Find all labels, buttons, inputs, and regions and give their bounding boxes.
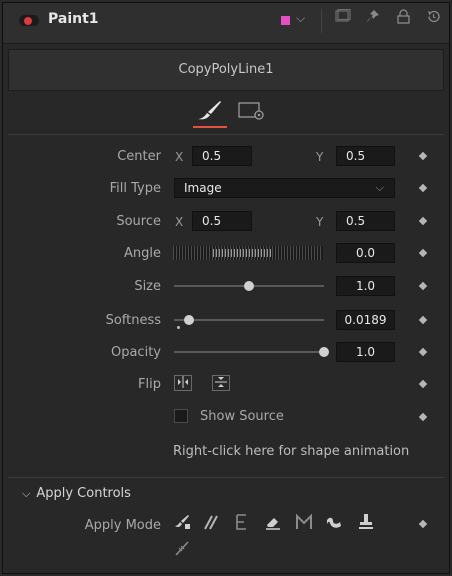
color-mode-icon[interactable] [172, 512, 192, 532]
opacity-slider-handle[interactable] [319, 347, 329, 357]
tab-paint[interactable] [196, 98, 226, 124]
softness-slider-handle[interactable] [184, 315, 194, 325]
source-y-axis-label: Y [316, 215, 324, 229]
emboss-mode-icon[interactable] [232, 512, 252, 532]
opacity-field[interactable]: 1.0 [336, 342, 395, 362]
stamp-mode-icon[interactable] [356, 512, 376, 532]
size-slider-handle[interactable] [244, 281, 254, 291]
settings-panel-icon [238, 102, 264, 120]
flip-label: Flip [138, 377, 161, 392]
chevron-down-icon[interactable]: ⌵ [296, 11, 305, 26]
lock-icon[interactable] [397, 9, 410, 28]
fill-type-label: Fill Type [109, 181, 161, 196]
size-field[interactable]: 1.0 [336, 276, 395, 296]
center-x-field[interactable]: 0.5 [192, 146, 252, 166]
paint-brush-icon [198, 101, 221, 120]
center-y-field[interactable]: 0.5 [336, 146, 395, 166]
chevron-down-icon: ⌵ [22, 487, 31, 500]
view-icon[interactable] [335, 8, 351, 27]
show-source-label: Show Source [200, 409, 284, 424]
center-x-axis-label: X [175, 150, 184, 164]
fill-type-value: Image [184, 181, 222, 195]
shape-animation-hint[interactable]: Right-click here for shape animation [173, 444, 409, 459]
show-source-checkbox[interactable] [174, 409, 188, 423]
source-y-field[interactable]: 0.5 [336, 211, 395, 231]
source-label: Source [116, 214, 161, 229]
active-tab-indicator [193, 126, 227, 128]
wire-mode-icon[interactable] [172, 538, 192, 558]
chevron-down-icon: ⌵ [375, 181, 384, 194]
fill-type-dropdown[interactable]: Image ⌵ [174, 178, 395, 198]
angle-thumbwheel-center [213, 249, 273, 257]
erase-mode-icon[interactable] [263, 512, 283, 532]
center-y-axis-label: Y [316, 150, 324, 164]
reset-icon[interactable] [426, 9, 441, 28]
softness-slider-track[interactable] [174, 319, 324, 321]
merge-mode-icon[interactable] [294, 512, 314, 532]
module-title: CopyPolyLine1 [8, 49, 444, 91]
clone-mode-icon[interactable] [202, 512, 222, 532]
section-divider [8, 477, 444, 478]
source-x-axis-label: X [175, 215, 184, 229]
enable-indicator-dot [24, 17, 32, 25]
flip-horizontal-button[interactable] [174, 375, 192, 391]
flip-vertical-icon [215, 377, 227, 387]
node-color-swatch[interactable] [281, 16, 290, 25]
node-title: Paint1 [48, 11, 99, 27]
softness-default-marker [177, 326, 180, 329]
apply-controls-section-header[interactable]: ⌵ Apply Controls [22, 486, 131, 501]
flip-vertical-button[interactable] [212, 375, 230, 391]
apply-mode-label: Apply Mode [84, 518, 161, 533]
center-label: Center [117, 149, 161, 164]
pin-icon[interactable] [366, 9, 380, 27]
opacity-slider-track[interactable] [174, 351, 324, 353]
tab-divider [8, 134, 444, 135]
tab-settings[interactable] [237, 98, 267, 124]
opacity-label: Opacity [110, 345, 161, 360]
apply-controls-label: Apply Controls [36, 486, 131, 501]
header-separator [321, 9, 322, 33]
softness-label: Softness [105, 313, 161, 328]
angle-field[interactable]: 0.0 [336, 243, 395, 263]
size-label: Size [134, 279, 161, 294]
source-x-field[interactable]: 0.5 [192, 211, 252, 231]
angle-label: Angle [124, 246, 161, 261]
softness-field[interactable]: 0.0189 [336, 310, 395, 330]
flip-horizontal-icon [178, 376, 188, 388]
smear-mode-icon[interactable] [324, 512, 344, 532]
